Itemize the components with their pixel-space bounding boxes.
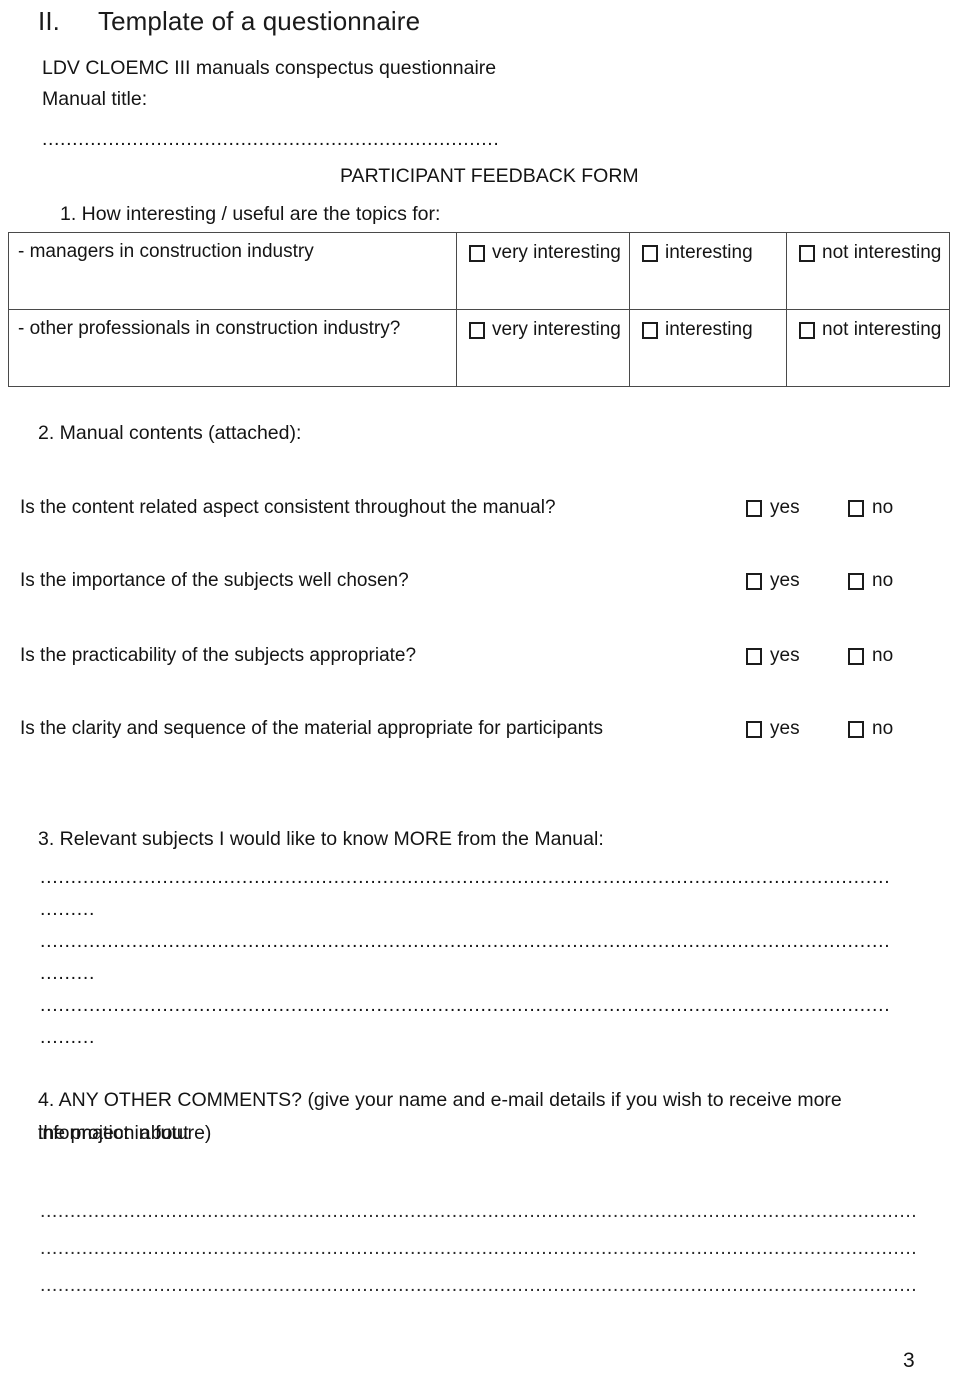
checkbox-icon[interactable] (746, 572, 762, 590)
checkbox-icon[interactable] (642, 321, 658, 339)
option-label: very interesting (492, 319, 621, 340)
page-number: 3 (903, 1349, 915, 1372)
manual-title-label: Manual title: (42, 88, 148, 110)
checkbox-icon[interactable] (469, 244, 485, 262)
no-label: no (872, 497, 894, 518)
yes-label: yes (770, 645, 800, 666)
no-label: no (872, 570, 894, 591)
table-cell-option[interactable]: interesting (629, 309, 787, 387)
questionnaire-subtitle: LDV CLOEMC III manuals conspectus questi… (42, 57, 497, 79)
answer-line-continuation[interactable]: ......... (40, 1026, 95, 1049)
checkbox-icon[interactable] (848, 647, 864, 665)
checkbox-icon[interactable] (746, 499, 762, 517)
comments-answer-line[interactable]: ........................................… (40, 1237, 935, 1260)
question-text: Is the content related aspect consistent… (20, 497, 556, 518)
option-label: very interesting (492, 242, 621, 263)
question-text: Is the practicability of the subjects ap… (20, 645, 417, 666)
section-1-heading: 1. How interesting / useful are the topi… (60, 203, 441, 225)
answer-line[interactable]: ........................................… (40, 930, 930, 953)
yes-option[interactable]: yes (746, 718, 800, 740)
table-cell-option[interactable]: interesting (629, 232, 787, 310)
page-title-text: Template of a questionnaire (98, 6, 421, 36)
option-label: interesting (665, 242, 753, 263)
answer-line-continuation[interactable]: ......... (40, 962, 95, 985)
table-cell-option[interactable]: very interesting (456, 309, 630, 387)
checkbox-icon[interactable] (746, 720, 762, 738)
question-text: Is the importance of the subjects well c… (20, 570, 409, 591)
page-title-numeral: II. (38, 6, 60, 36)
answer-line[interactable]: ........................................… (40, 994, 930, 1017)
yes-option[interactable]: yes (746, 645, 800, 667)
page-title: II. Template of a questionnaire (38, 6, 420, 37)
no-option[interactable]: no (848, 497, 893, 519)
checkbox-icon[interactable] (799, 321, 815, 339)
section-3-heading: 3. Relevant subjects I would like to kno… (38, 828, 604, 850)
topic-label: - managers in construction industry (18, 241, 314, 262)
yes-no-question-row: Is the content related aspect consistent… (0, 497, 960, 523)
question-text: Is the clarity and sequence of the mater… (20, 718, 603, 739)
form-title: PARTICIPANT FEEDBACK FORM (340, 165, 639, 187)
document-page: II. Template of a questionnaire LDV CLOEM… (0, 0, 960, 1392)
table-cell-label: - other professionals in construction in… (8, 309, 457, 387)
checkbox-icon[interactable] (642, 244, 658, 262)
yes-no-question-row: Is the importance of the subjects well c… (0, 570, 960, 596)
table-cell-option[interactable]: not interesting (786, 309, 950, 387)
checkbox-icon[interactable] (848, 499, 864, 517)
comments-answer-line[interactable]: ........................................… (40, 1274, 935, 1297)
checkbox-icon[interactable] (848, 572, 864, 590)
checkbox-icon[interactable] (848, 720, 864, 738)
yes-label: yes (770, 497, 800, 518)
checkbox-icon[interactable] (469, 321, 485, 339)
comments-answer-line[interactable]: ........................................… (40, 1200, 935, 1223)
yes-option[interactable]: yes (746, 570, 800, 592)
table-cell-option[interactable]: very interesting (456, 232, 630, 310)
option-label: not interesting (822, 242, 942, 263)
yes-option[interactable]: yes (746, 497, 800, 519)
option-label: not interesting (822, 319, 942, 340)
no-option[interactable]: no (848, 570, 893, 592)
answer-line-continuation[interactable]: ......... (40, 898, 95, 921)
table-cell-label: - managers in construction industry (8, 232, 457, 310)
no-label: no (872, 645, 894, 666)
no-label: no (872, 718, 894, 739)
option-label: interesting (665, 319, 753, 340)
topics-rating-table: - managers in construction industry very… (8, 232, 950, 387)
checkbox-icon[interactable] (799, 244, 815, 262)
table-row: - managers in construction industry very… (8, 232, 950, 310)
yes-label: yes (770, 718, 800, 739)
table-row: - other professionals in construction in… (8, 309, 950, 387)
checkbox-icon[interactable] (746, 647, 762, 665)
yes-no-question-row: Is the clarity and sequence of the mater… (0, 718, 960, 744)
section-4-heading-line-2: the project in future) (38, 1122, 212, 1144)
table-cell-option[interactable]: not interesting (786, 232, 950, 310)
manual-title-input-line[interactable]: ........................................… (42, 128, 552, 151)
answer-line[interactable]: ........................................… (40, 866, 930, 889)
yes-label: yes (770, 570, 800, 591)
no-option[interactable]: no (848, 645, 893, 667)
section-2-heading: 2. Manual contents (attached): (38, 422, 302, 444)
topic-label: - other professionals in construction in… (18, 318, 401, 339)
no-option[interactable]: no (848, 718, 893, 740)
yes-no-question-row: Is the practicability of the subjects ap… (0, 645, 960, 671)
